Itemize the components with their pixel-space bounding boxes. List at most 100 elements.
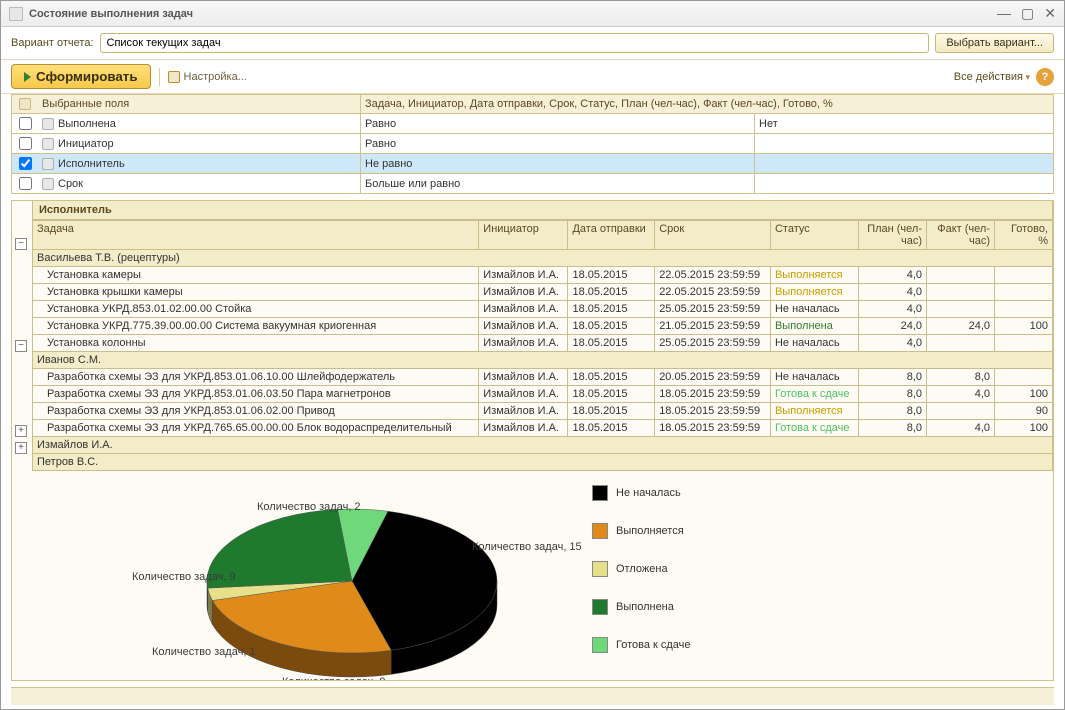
chart-slice-label: Количество задач, 2 (257, 501, 361, 513)
cell: 25.05.2015 23:59:59 (655, 335, 771, 352)
chart-slice-label: Количество задач, 1 (152, 646, 256, 658)
group-row[interactable]: Петров В.С. (33, 454, 1053, 471)
filter-checkbox[interactable] (19, 157, 32, 170)
cell (927, 284, 995, 301)
collapse-icon[interactable]: − (15, 340, 27, 352)
cell (995, 301, 1053, 318)
filter-row[interactable]: Срок Больше или равно (12, 174, 1053, 193)
cell: 24,0 (859, 318, 927, 335)
cell: 25.05.2015 23:59:59 (655, 301, 771, 318)
variant-input[interactable] (100, 33, 930, 53)
table-row[interactable]: Установка УКРД.775.39.00.00.00 Система в… (33, 318, 1053, 335)
cell: Разработка схемы ЭЗ для УКРД.765.65.00.0… (33, 420, 479, 437)
filter-checkbox[interactable] (19, 177, 32, 190)
cell: Не началась (770, 301, 858, 318)
filter-value[interactable] (755, 174, 1053, 193)
cell (995, 369, 1053, 386)
legend-item: Отложена (592, 561, 691, 577)
cell: Не началась (770, 369, 858, 386)
filter-row[interactable]: Инициатор Равно (12, 134, 1053, 154)
cell: Разработка схемы ЭЗ для УКРД.853.01.06.0… (33, 386, 479, 403)
filter-condition[interactable]: Равно (361, 114, 755, 133)
cell: Не началась (770, 335, 858, 352)
cell: 21.05.2015 23:59:59 (655, 318, 771, 335)
cell (927, 335, 995, 352)
window-title: Состояние выполнения задач (29, 8, 997, 20)
settings-label: Настройка... (184, 71, 247, 83)
titlebar: Состояние выполнения задач — ▢ ✕ (1, 1, 1064, 27)
filter-row[interactable]: Исполнитель Не равно (12, 154, 1053, 174)
cell: 4,0 (859, 301, 927, 318)
column-header[interactable]: Задача (33, 221, 479, 250)
group-row[interactable]: Васильева Т.В. (рецептуры) (33, 250, 1053, 267)
filter-icon (42, 118, 54, 130)
filter-checkbox[interactable] (19, 137, 32, 150)
cell: 90 (995, 403, 1053, 420)
cell: 4,0 (859, 284, 927, 301)
cell (995, 267, 1053, 284)
table-row[interactable]: Разработка схемы ЭЗ для УКРД.853.01.06.0… (33, 386, 1053, 403)
cell: 8,0 (859, 403, 927, 420)
cell: 18.05.2015 (568, 318, 655, 335)
settings-button[interactable]: Настройка... (168, 71, 247, 83)
cell: 8,0 (859, 386, 927, 403)
all-actions-dropdown[interactable]: Все действия (954, 71, 1030, 83)
table-row[interactable]: Установка УКРД.853.01.02.00.00 СтойкаИзм… (33, 301, 1053, 318)
generate-button[interactable]: Сформировать (11, 64, 151, 89)
collapse-icon[interactable]: − (15, 238, 27, 250)
filter-value[interactable]: Нет (755, 114, 1053, 133)
filter-value[interactable] (755, 154, 1053, 173)
group-row[interactable]: Иванов С.М. (33, 352, 1053, 369)
column-header[interactable]: План (чел-час) (859, 221, 927, 250)
chart-legend: Не началасьВыполняетсяОтложенаВыполненаГ… (592, 481, 691, 681)
column-header[interactable]: Дата отправки (568, 221, 655, 250)
legend-label: Готова к сдаче (616, 639, 691, 651)
cell: 8,0 (927, 369, 995, 386)
close-icon[interactable]: ✕ (1044, 5, 1056, 22)
table-row[interactable]: Установка колонныИзмайлов И.А.18.05.2015… (33, 335, 1053, 352)
cell: 18.05.2015 (568, 284, 655, 301)
filter-name: Исполнитель (58, 158, 125, 170)
cell: Установка камеры (33, 267, 479, 284)
expand-icon[interactable]: + (15, 442, 27, 454)
column-header[interactable]: Готово, % (995, 221, 1053, 250)
table-row[interactable]: Разработка схемы ЭЗ для УКРД.853.01.06.1… (33, 369, 1053, 386)
maximize-icon[interactable]: ▢ (1021, 5, 1034, 22)
statusbar (11, 687, 1054, 705)
filter-condition[interactable]: Равно (361, 134, 755, 153)
filter-name: Срок (58, 178, 83, 190)
cell: 18.05.2015 (568, 267, 655, 284)
cell: 4,0 (927, 386, 995, 403)
gear-icon (168, 71, 180, 83)
select-variant-button[interactable]: Выбрать вариант... (935, 33, 1054, 53)
legend-swatch (592, 485, 608, 501)
cell: 4,0 (859, 335, 927, 352)
fields-icon (19, 98, 31, 110)
column-header[interactable]: Инициатор (479, 221, 568, 250)
report-area[interactable]: Исполнитель ЗадачаИнициаторДата отправки… (11, 200, 1054, 681)
cell: Выполняется (770, 403, 858, 420)
column-header[interactable]: Факт (чел-час) (927, 221, 995, 250)
cell: 24,0 (927, 318, 995, 335)
filter-name: Инициатор (58, 138, 114, 150)
filter-row[interactable]: ВыполненаРавноНет (12, 114, 1053, 134)
filter-condition[interactable]: Больше или равно (361, 174, 755, 193)
table-row[interactable]: Установка камерыИзмайлов И.А.18.05.20152… (33, 267, 1053, 284)
column-header[interactable]: Срок (655, 221, 771, 250)
separator (159, 68, 160, 86)
help-button[interactable]: ? (1036, 68, 1054, 86)
table-row[interactable]: Разработка схемы ЭЗ для УКРД.853.01.06.0… (33, 403, 1053, 420)
legend-item: Не началась (592, 485, 691, 501)
filter-value[interactable] (755, 134, 1053, 153)
filter-condition[interactable]: Не равно (361, 154, 755, 173)
group-row[interactable]: Измайлов И.А. (33, 437, 1053, 454)
expand-icon[interactable]: + (15, 425, 27, 437)
minimize-icon[interactable]: — (997, 5, 1011, 22)
table-row[interactable]: Разработка схемы ЭЗ для УКРД.765.65.00.0… (33, 420, 1053, 437)
filter-checkbox[interactable] (19, 117, 32, 130)
table-row[interactable]: Установка крышки камерыИзмайлов И.А.18.0… (33, 284, 1053, 301)
cell: Измайлов И.А. (479, 420, 568, 437)
column-header[interactable]: Статус (770, 221, 858, 250)
cell: Выполнена (770, 318, 858, 335)
cell: 8,0 (859, 369, 927, 386)
